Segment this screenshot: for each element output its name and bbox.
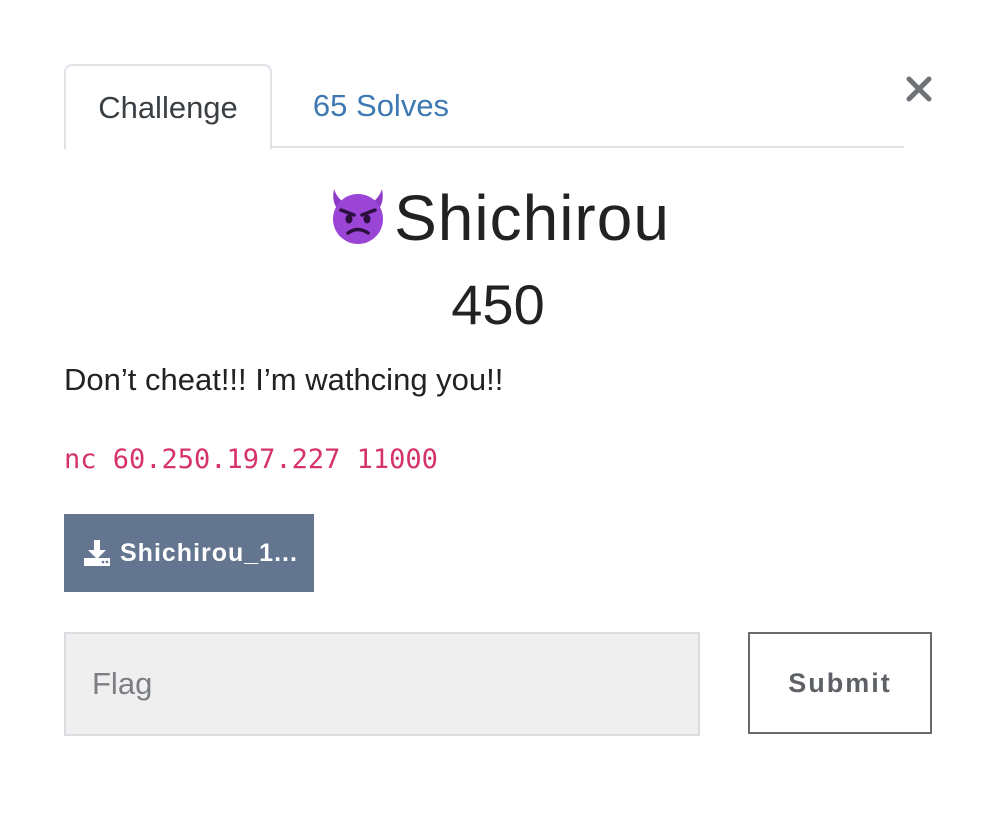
download-icon	[82, 538, 112, 568]
smiling-devil-emoji-icon	[326, 183, 390, 247]
tab-solves[interactable]: 65 Solves	[286, 64, 476, 148]
tab-challenge[interactable]: Challenge	[64, 64, 272, 150]
download-file-label: Shichirou_1...	[120, 538, 298, 567]
challenge-name: Shichirou	[394, 182, 670, 254]
challenge-title: Shichirou	[64, 178, 932, 258]
download-file-button[interactable]: Shichirou_1...	[64, 514, 314, 592]
challenge-modal: Challenge 65 Solves Shichirou 450 Don’t …	[0, 0, 996, 831]
flag-input[interactable]	[64, 632, 700, 736]
close-button[interactable]	[902, 72, 936, 106]
connection-command: nc 60.250.197.227 11000	[64, 444, 438, 475]
submit-button[interactable]: Submit	[748, 632, 932, 734]
tab-bar: Challenge 65 Solves	[64, 64, 904, 150]
close-icon	[902, 72, 936, 106]
challenge-description: Don’t cheat!!! I’m wathcing you!!	[64, 362, 504, 397]
challenge-points: 450	[451, 273, 545, 336]
